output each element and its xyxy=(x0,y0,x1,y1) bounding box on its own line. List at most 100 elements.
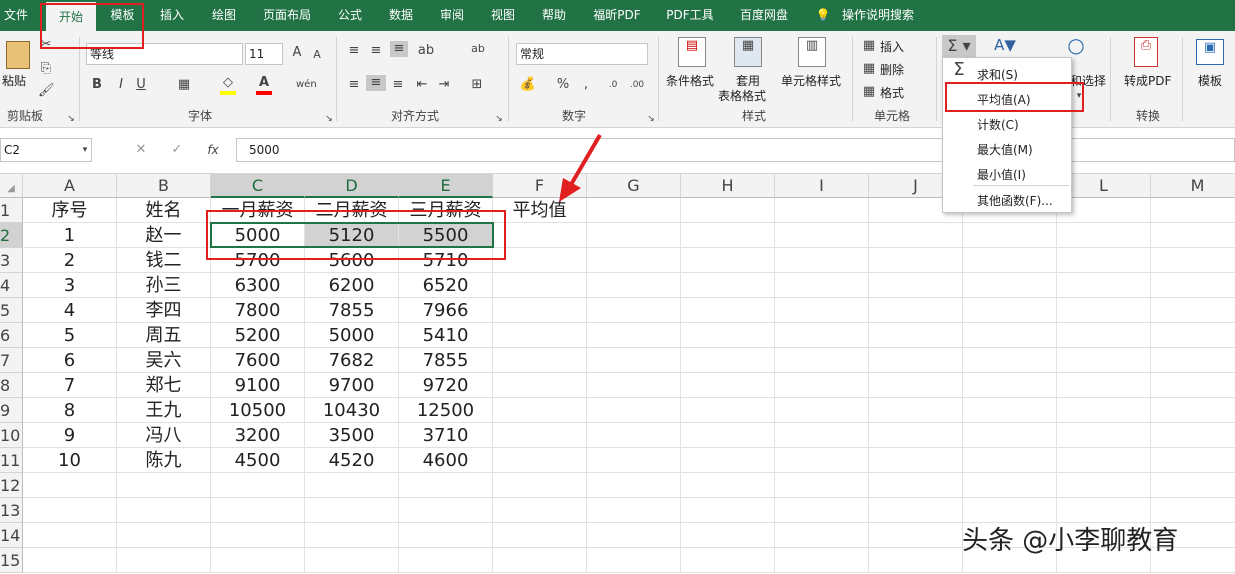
formula-input[interactable]: 5000 xyxy=(236,138,1235,162)
format-cells-button[interactable]: 格式 xyxy=(880,84,904,101)
col-header-d[interactable]: D xyxy=(305,174,399,198)
table-cell[interactable]: 7966 xyxy=(399,298,493,323)
table-cell[interactable] xyxy=(869,498,963,523)
row-header[interactable]: 7 xyxy=(0,348,23,373)
percent-button[interactable]: % xyxy=(556,77,570,93)
table-cell[interactable] xyxy=(775,448,869,473)
table-cell[interactable] xyxy=(587,373,681,398)
table-cell[interactable] xyxy=(117,473,211,498)
table-cell[interactable]: 3500 xyxy=(305,423,399,448)
table-cell[interactable]: 7800 xyxy=(211,298,305,323)
table-cell[interactable] xyxy=(1151,198,1235,223)
comma-style-icon[interactable]: , xyxy=(580,77,592,93)
table-cell[interactable] xyxy=(587,223,681,248)
table-cell[interactable] xyxy=(1151,298,1235,323)
col-header-c[interactable]: C xyxy=(211,174,305,198)
align-top-icon[interactable]: ≡ xyxy=(346,43,362,59)
table-cell[interactable]: 郑七 xyxy=(117,373,211,398)
table-cell[interactable] xyxy=(587,523,681,548)
align-right-icon[interactable]: ≡ xyxy=(390,77,406,93)
row-header[interactable]: 9 xyxy=(0,398,23,423)
table-cell[interactable]: 4520 xyxy=(305,448,399,473)
table-cell[interactable]: 7600 xyxy=(211,348,305,373)
table-cell[interactable] xyxy=(117,548,211,573)
table-cell[interactable] xyxy=(681,398,775,423)
menu-baidu-netdisk[interactable]: 百度网盘 xyxy=(734,0,794,31)
grow-font-icon[interactable]: A xyxy=(290,45,304,61)
table-cell[interactable] xyxy=(587,248,681,273)
align-center-icon[interactable]: ≡ xyxy=(366,75,386,91)
col-header-i[interactable]: I xyxy=(775,174,869,198)
delete-cells-icon[interactable]: ▦ xyxy=(862,61,876,77)
table-cell[interactable]: 王九 xyxy=(117,398,211,423)
increase-indent-icon[interactable]: ⇥ xyxy=(436,77,452,93)
table-cell[interactable]: 6300 xyxy=(211,273,305,298)
table-cell[interactable] xyxy=(211,523,305,548)
copy-icon[interactable]: ⎘ xyxy=(38,61,54,77)
table-cell[interactable]: 9700 xyxy=(305,373,399,398)
col-header-a[interactable]: A xyxy=(23,174,117,198)
table-cell[interactable] xyxy=(305,498,399,523)
table-cell[interactable] xyxy=(399,498,493,523)
table-cell[interactable] xyxy=(963,398,1057,423)
table-cell[interactable] xyxy=(399,523,493,548)
table-cell[interactable] xyxy=(587,398,681,423)
table-cell[interactable] xyxy=(587,498,681,523)
table-cell[interactable] xyxy=(775,248,869,273)
table-cell[interactable] xyxy=(963,273,1057,298)
table-cell[interactable] xyxy=(775,548,869,573)
table-cell[interactable] xyxy=(211,548,305,573)
menu-foxit-pdf[interactable]: 福昕PDF xyxy=(586,0,648,31)
table-cell[interactable]: 2 xyxy=(23,248,117,273)
table-cell[interactable]: 5000 xyxy=(305,323,399,348)
table-cell[interactable] xyxy=(1151,398,1235,423)
table-cell[interactable] xyxy=(587,273,681,298)
table-cell[interactable]: 6 xyxy=(23,348,117,373)
menu-page-layout[interactable]: 页面布局 xyxy=(256,0,318,31)
table-cell[interactable] xyxy=(211,473,305,498)
table-cell[interactable] xyxy=(775,223,869,248)
table-cell[interactable] xyxy=(1151,248,1235,273)
table-cell[interactable] xyxy=(681,223,775,248)
enter-icon[interactable]: ✓ xyxy=(170,142,184,158)
menu-review[interactable]: 审阅 xyxy=(432,0,472,31)
row-header[interactable]: 8 xyxy=(0,373,23,398)
row-header[interactable]: 12 xyxy=(0,473,23,498)
select-all-corner[interactable]: ◢ xyxy=(0,174,23,198)
pdf-icon[interactable]: ⎙ xyxy=(1134,37,1158,67)
table-cell[interactable]: 3 xyxy=(23,273,117,298)
font-size-select[interactable]: 11 xyxy=(245,43,283,65)
col-header-h[interactable]: H xyxy=(681,174,775,198)
table-cell[interactable]: 6200 xyxy=(305,273,399,298)
table-cell[interactable]: 孙三 xyxy=(117,273,211,298)
cancel-icon[interactable]: ✕ xyxy=(134,142,148,158)
table-cell[interactable] xyxy=(963,373,1057,398)
table-cell[interactable] xyxy=(1151,223,1235,248)
table-cell[interactable]: 1 xyxy=(23,223,117,248)
table-cell[interactable] xyxy=(775,348,869,373)
table-cell[interactable] xyxy=(869,298,963,323)
menu-tell-me[interactable]: 操作说明搜索 xyxy=(838,0,918,31)
menu-file[interactable]: 文件 xyxy=(0,0,32,31)
table-cell[interactable] xyxy=(681,198,775,223)
table-cell[interactable] xyxy=(1057,473,1151,498)
table-cell[interactable]: 7855 xyxy=(399,348,493,373)
shrink-font-icon[interactable]: A xyxy=(310,47,324,63)
phonetic-icon[interactable]: wén xyxy=(296,77,317,93)
table-cell[interactable] xyxy=(493,423,587,448)
table-cell[interactable] xyxy=(963,298,1057,323)
table-cell[interactable] xyxy=(1151,348,1235,373)
align-middle-icon[interactable]: ≡ xyxy=(368,43,384,59)
table-cell[interactable] xyxy=(587,548,681,573)
table-cell[interactable]: 钱二 xyxy=(117,248,211,273)
increase-decimal-icon[interactable]: .0 xyxy=(604,77,622,93)
table-cell[interactable] xyxy=(681,323,775,348)
table-cell[interactable] xyxy=(775,523,869,548)
table-cell[interactable] xyxy=(775,298,869,323)
row-header[interactable]: 13 xyxy=(0,498,23,523)
table-cell[interactable] xyxy=(1057,223,1151,248)
table-cell[interactable]: 4600 xyxy=(399,448,493,473)
row-header[interactable]: 15 xyxy=(0,548,23,573)
table-cell[interactable] xyxy=(963,248,1057,273)
table-cell[interactable] xyxy=(587,323,681,348)
